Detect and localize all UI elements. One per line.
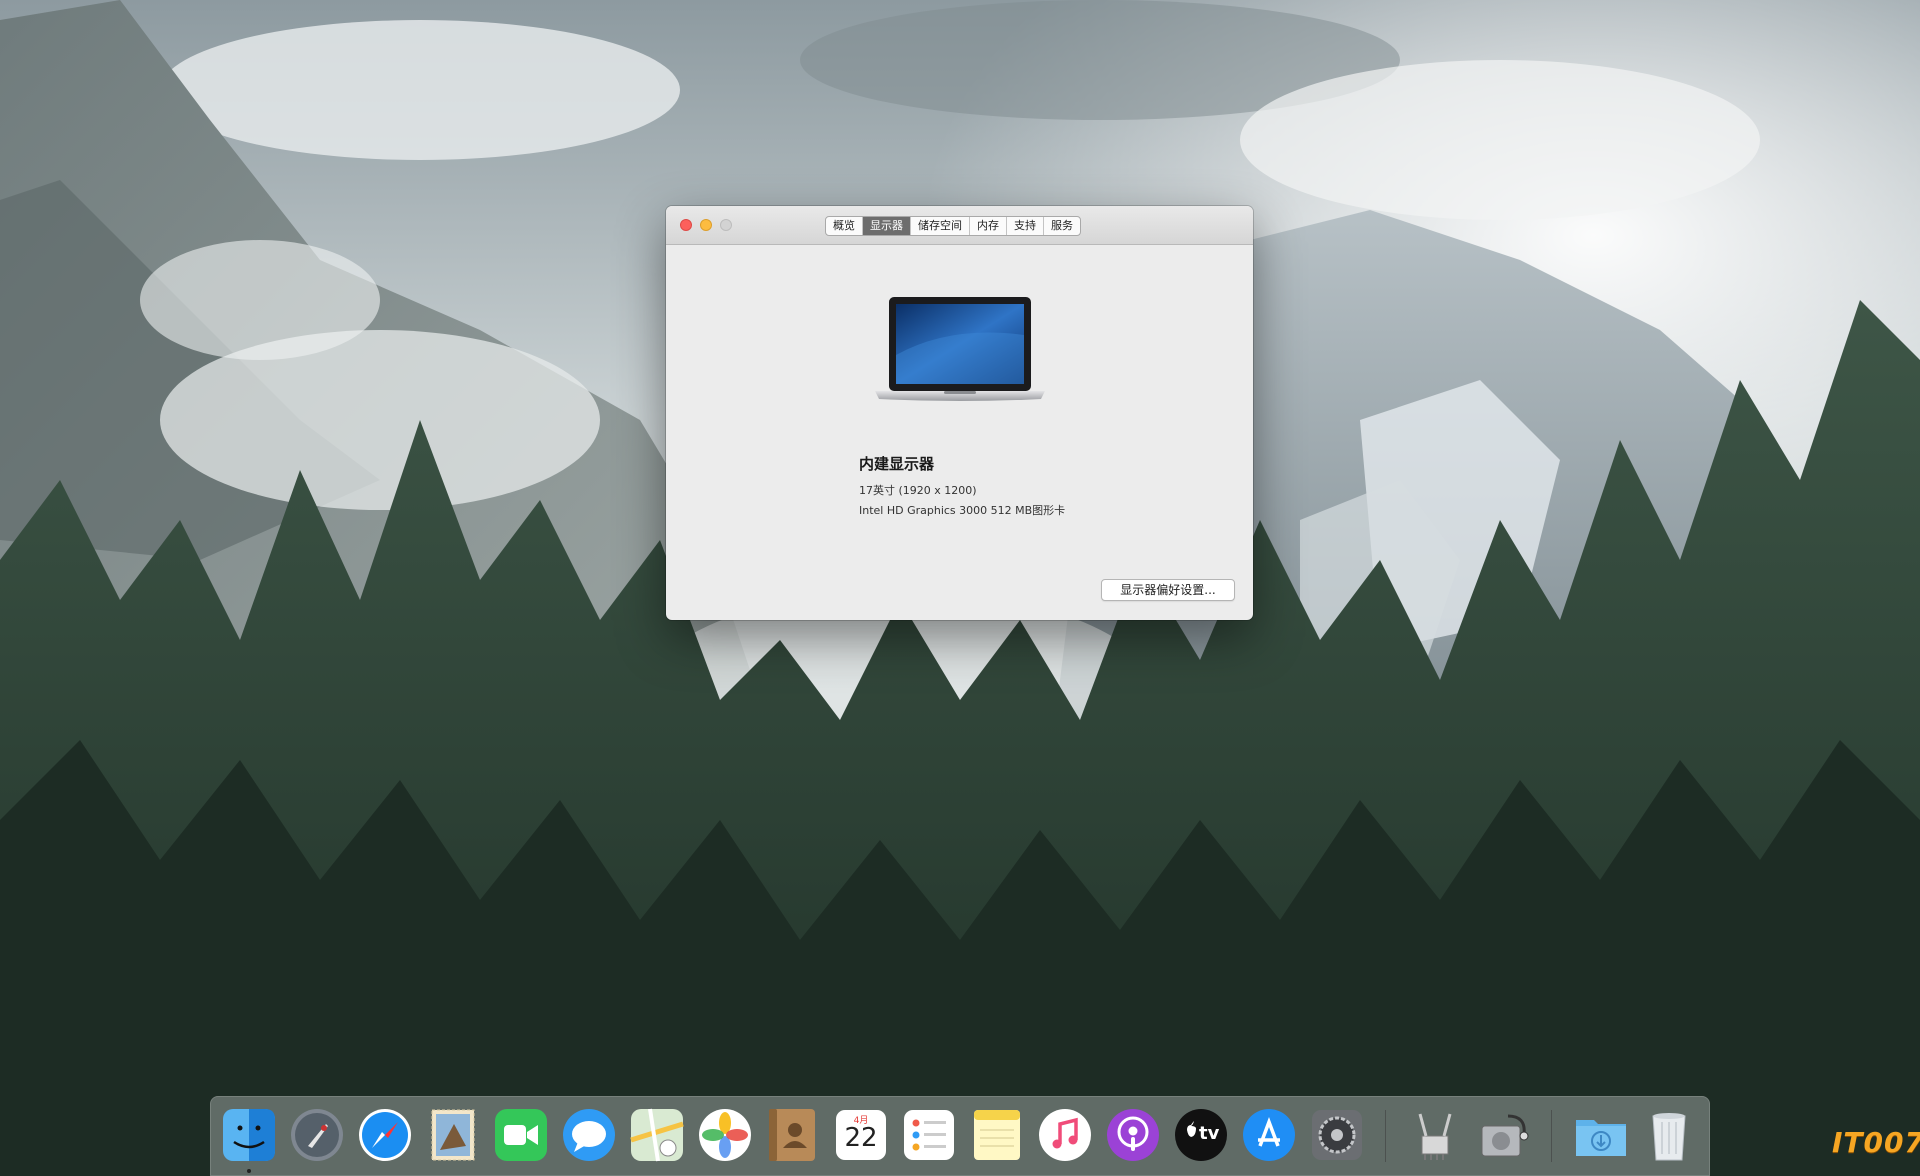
calendar-day: 22 [844,1123,878,1153]
tab-storage[interactable]: 储存空间 [911,217,970,235]
tab-bar: 概览 显示器 储存空间 内存 支持 服务 [825,216,1081,236]
tab-support[interactable]: 支持 [1007,217,1044,235]
photos-icon[interactable] [696,1106,754,1164]
macbook-icon [875,297,1045,401]
about-this-mac-window: 概览 显示器 储存空间 内存 支持 服务 内建显示器 17英寸 (1920 x … [666,206,1253,620]
maps-icon[interactable] [628,1106,686,1164]
minimize-button[interactable] [700,219,712,231]
graphics-card: Intel HD Graphics 3000 512 MB图形卡 [859,504,1066,517]
dock-separator [1385,1110,1386,1162]
facetime-icon[interactable] [492,1106,550,1164]
system-preferences-icon[interactable] [1308,1106,1366,1164]
reminders-icon[interactable] [900,1106,958,1164]
disk-utility-icon[interactable] [1474,1106,1532,1164]
system-information-icon[interactable] [1406,1106,1464,1164]
display-preferences-button[interactable]: 显示器偏好设置... [1101,579,1235,601]
tab-service[interactable]: 服务 [1044,217,1080,235]
tv-label: tv [1199,1123,1220,1144]
zoom-button [720,219,732,231]
launchpad-icon[interactable] [288,1106,346,1164]
dock-separator [1551,1110,1552,1162]
downloads-folder-icon[interactable] [1572,1106,1630,1164]
tab-memory[interactable]: 内存 [970,217,1007,235]
window-titlebar[interactable]: 概览 显示器 储存空间 内存 支持 服务 [666,206,1253,245]
messages-icon[interactable] [560,1106,618,1164]
contacts-icon[interactable] [764,1106,822,1164]
podcasts-icon[interactable] [1104,1106,1162,1164]
mail-icon[interactable] [424,1106,482,1164]
display-title: 内建显示器 [859,455,935,473]
display-size: 17英寸 (1920 x 1200) [859,484,977,497]
safari-icon[interactable] [356,1106,414,1164]
trash-icon[interactable] [1640,1106,1698,1164]
dock: 4月 22 tv [210,1096,1710,1176]
displays-pane: 内建显示器 17英寸 (1920 x 1200) Intel HD Graphi… [666,245,1253,620]
apple-tv-icon[interactable]: tv [1172,1106,1230,1164]
notes-icon[interactable] [968,1106,1026,1164]
finder-running-indicator [247,1169,251,1173]
music-icon[interactable] [1036,1106,1094,1164]
watermark-logo: IT007 [1832,1126,1920,1159]
finder-icon[interactable] [220,1106,278,1164]
tab-displays[interactable]: 显示器 [863,217,911,235]
calendar-icon[interactable]: 4月 22 [832,1106,890,1164]
close-button[interactable] [680,219,692,231]
app-store-icon[interactable] [1240,1106,1298,1164]
tab-overview[interactable]: 概览 [826,217,863,235]
